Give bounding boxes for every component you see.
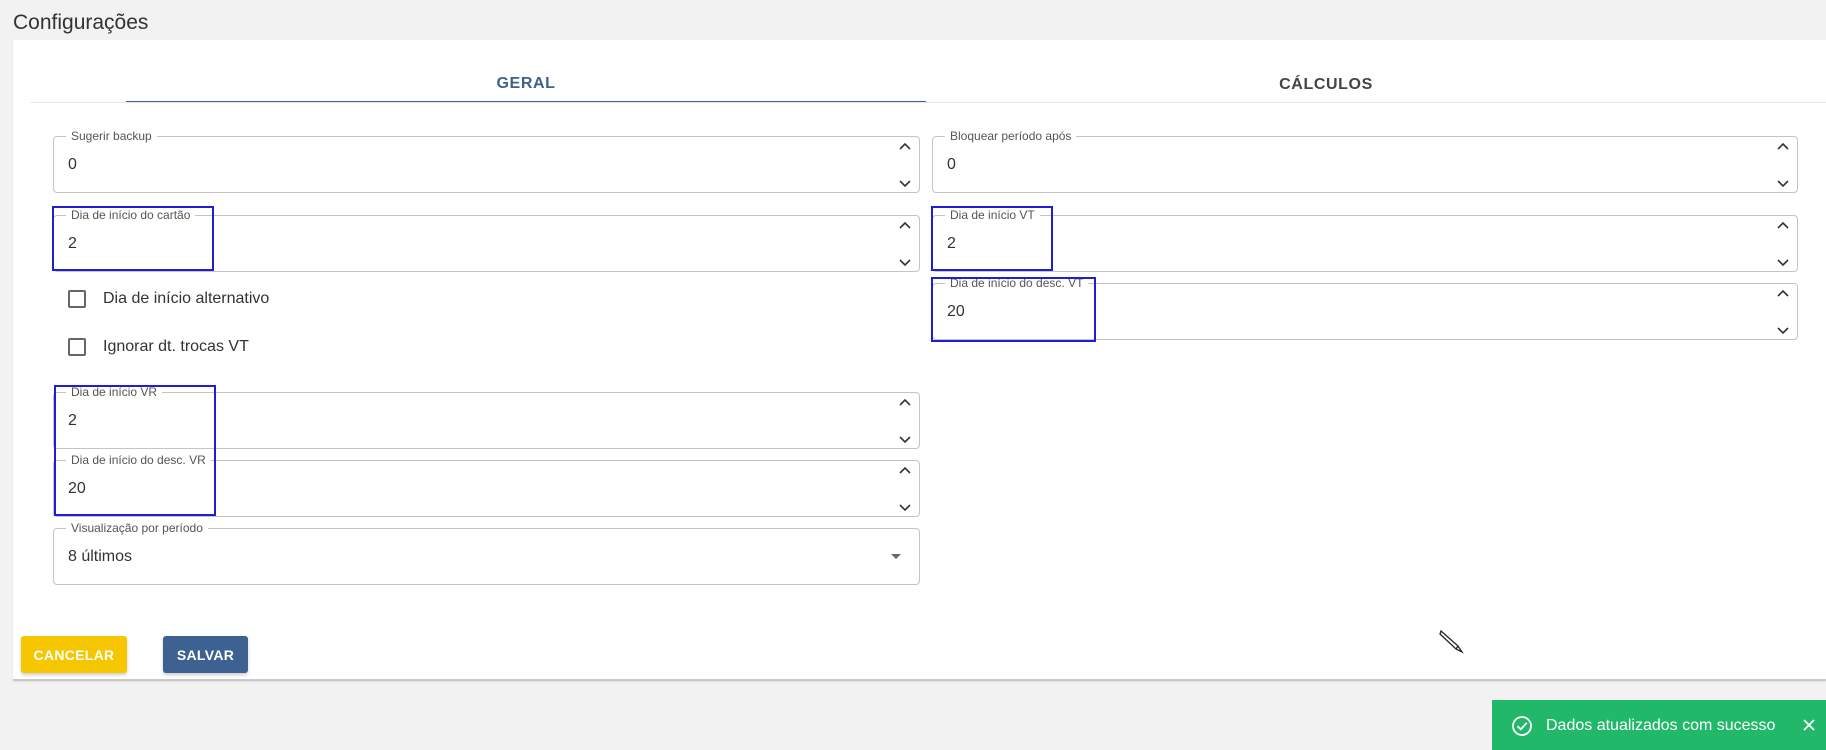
chevron-down-icon[interactable] (1777, 259, 1789, 267)
pen-cursor-icon (1439, 629, 1464, 654)
chevron-up-icon[interactable] (1777, 289, 1789, 297)
sugerir-backup-stepper[interactable] (896, 142, 914, 188)
tab-geral[interactable]: GERAL (126, 66, 926, 103)
dia-inicio-desc-vt-value[interactable]: 20 (947, 303, 965, 321)
success-toast: Dados atualizados com sucesso (1492, 700, 1826, 750)
dia-inicio-vt-label: Dia de início VT (945, 208, 1040, 222)
dia-inicio-vr-stepper[interactable] (896, 398, 914, 444)
dia-inicio-cartao-label: Dia de início do cartão (66, 208, 196, 222)
dia-inicio-desc-vt-field[interactable]: Dia de início do desc. VT 20 (932, 276, 1798, 340)
dia-inicio-desc-vr-value[interactable]: 20 (68, 480, 86, 498)
chevron-down-icon[interactable] (899, 504, 911, 512)
dropdown-caret-icon[interactable] (891, 554, 901, 559)
dia-inicio-desc-vr-stepper[interactable] (896, 466, 914, 512)
checkbox-box[interactable] (68, 338, 86, 356)
chevron-up-icon[interactable] (899, 142, 911, 150)
dia-inicio-vt-value[interactable]: 2 (947, 235, 956, 253)
dia-inicio-desc-vt-stepper[interactable] (1774, 289, 1792, 335)
sugerir-backup-field[interactable]: Sugerir backup 0 (53, 129, 920, 193)
chevron-up-icon[interactable] (1777, 221, 1789, 229)
ignorar-dt-trocas-vt-label: Ignorar dt. trocas VT (103, 338, 249, 355)
dia-inicio-cartao-stepper[interactable] (896, 221, 914, 267)
sugerir-backup-label: Sugerir backup (66, 129, 157, 143)
dia-inicio-vt-field[interactable]: Dia de início VT 2 (932, 208, 1798, 272)
dia-inicio-alternativo-label: Dia de início alternativo (103, 290, 270, 307)
ignorar-dt-trocas-vt-checkbox[interactable]: Ignorar dt. trocas VT (68, 338, 249, 356)
chevron-down-icon[interactable] (1777, 180, 1789, 188)
bloquear-periodo-value[interactable]: 0 (947, 156, 956, 174)
chevron-up-icon[interactable] (899, 398, 911, 406)
visualizacao-periodo-label: Visualização por período (66, 521, 208, 535)
chevron-up-icon[interactable] (899, 466, 911, 474)
dia-inicio-vr-field[interactable]: Dia de início VR 2 (53, 385, 920, 449)
chevron-down-icon[interactable] (899, 436, 911, 444)
page-title: Configurações (13, 11, 149, 34)
tab-calculos[interactable]: CÁLCULOS (926, 66, 1726, 103)
chevron-up-icon[interactable] (899, 221, 911, 229)
visualizacao-periodo-value[interactable]: 8 últimos (68, 548, 132, 566)
dia-inicio-alternativo-checkbox[interactable]: Dia de início alternativo (68, 290, 269, 308)
toast-message: Dados atualizados com sucesso (1546, 716, 1776, 734)
check-circle-icon (1512, 715, 1532, 736)
dia-inicio-desc-vr-field[interactable]: Dia de início do desc. VR 20 (53, 453, 920, 517)
save-button[interactable]: SALVAR (163, 636, 248, 673)
dia-inicio-desc-vt-label: Dia de início do desc. VT (945, 276, 1089, 290)
sugerir-backup-value[interactable]: 0 (68, 156, 77, 174)
dia-inicio-vt-stepper[interactable] (1774, 221, 1792, 267)
visualizacao-periodo-select[interactable]: Visualização por período 8 últimos (53, 521, 920, 585)
cancel-button[interactable]: CANCELAR (21, 636, 127, 673)
dia-inicio-cartao-value[interactable]: 2 (68, 235, 77, 253)
chevron-down-icon[interactable] (899, 180, 911, 188)
dia-inicio-vr-label: Dia de início VR (66, 385, 163, 399)
dia-inicio-vr-value[interactable]: 2 (68, 412, 77, 430)
dia-inicio-desc-vr-label: Dia de início do desc. VR (66, 453, 211, 467)
chevron-up-icon[interactable] (1777, 142, 1789, 150)
bloquear-periodo-stepper[interactable] (1774, 142, 1792, 188)
tabs-divider (30, 102, 1826, 103)
bloquear-periodo-field[interactable]: Bloquear período após 0 (932, 129, 1798, 193)
chevron-down-icon[interactable] (1777, 327, 1789, 335)
bloquear-periodo-label: Bloquear período após (945, 129, 1077, 143)
chevron-down-icon[interactable] (899, 259, 911, 267)
dia-inicio-cartao-field[interactable]: Dia de início do cartão 2 (53, 208, 920, 272)
close-icon[interactable] (1800, 716, 1818, 734)
checkbox-box[interactable] (68, 290, 86, 308)
